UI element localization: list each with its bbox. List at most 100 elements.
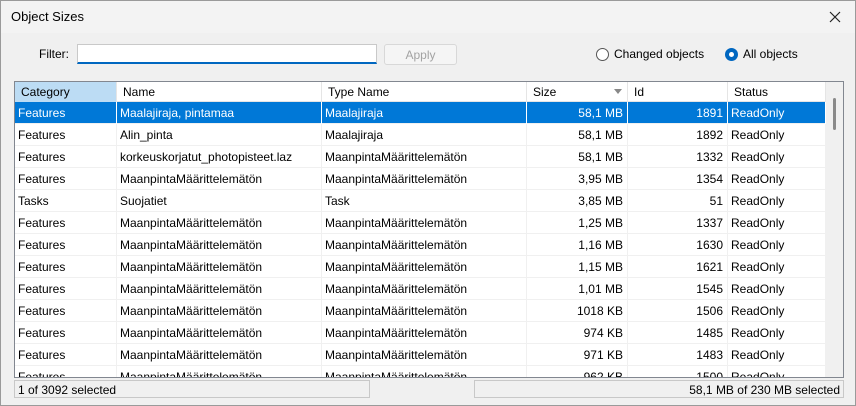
cell-status: ReadOnly (728, 146, 826, 168)
cell-size: 1,16 MB (527, 234, 628, 256)
cell-id: 1891 (628, 102, 728, 124)
table-row[interactable]: Features MaanpintaMäärittelemätön Maanpint… (15, 300, 826, 322)
cell-category: Features (15, 168, 117, 190)
cell-name: MaanpintaMäärittelemätön (117, 256, 322, 278)
selection-count-status: 1 of 3092 selected (14, 380, 370, 398)
cell-size: 3,85 MB (527, 190, 628, 212)
table-row[interactable]: Features MaanpintaMäärittelemätön Maanpint… (15, 278, 826, 300)
table-row[interactable]: Features MaanpintaMäärittelemätön Maanpint… (15, 168, 826, 190)
all-objects-label: All objects (743, 47, 798, 61)
cell-type-name: MaanpintaMäärittelemätön (322, 234, 527, 256)
cell-category: Tasks (15, 190, 117, 212)
scrollbar-thumb[interactable] (833, 98, 836, 130)
cell-category: Features (15, 212, 117, 234)
cell-size: 971 KB (527, 344, 628, 366)
cell-type-name: Maalajiraja (322, 124, 527, 146)
radio-dot-checked (725, 47, 738, 61)
table-row[interactable]: Features MaanpintaMäärittelemätön Maanpint… (15, 234, 826, 256)
column-header-category[interactable]: Category (15, 82, 117, 102)
cell-id: 1332 (628, 146, 728, 168)
column-header-name[interactable]: Name (117, 82, 322, 102)
changed-objects-label: Changed objects (614, 47, 705, 61)
radio-dot (596, 47, 609, 61)
object-sizes-table: Category Name Type Name Size Id Status F… (14, 81, 844, 378)
column-header-size[interactable]: Size (527, 82, 628, 102)
cell-name: Maalajiraja, pintamaa (117, 102, 322, 124)
cell-status: ReadOnly (728, 124, 826, 146)
cell-id: 1506 (628, 300, 728, 322)
cell-status: ReadOnly (728, 168, 826, 190)
cell-category: Features (15, 278, 117, 300)
cell-type-name: MaanpintaMäärittelemätön (322, 146, 527, 168)
cell-size: 1,15 MB (527, 256, 628, 278)
cell-status: ReadOnly (728, 366, 826, 377)
column-header-size-label: Size (533, 85, 557, 99)
cell-status: ReadOnly (728, 300, 826, 322)
cell-type-name: MaanpintaMäärittelemätön (322, 168, 527, 190)
cell-size: 58,1 MB (527, 146, 628, 168)
table-row[interactable]: Features korkeuskorjatut_photopisteet.laz… (15, 146, 826, 168)
cell-status: ReadOnly (728, 102, 826, 124)
cell-status: ReadOnly (728, 234, 826, 256)
cell-category: Features (15, 322, 117, 344)
cell-type-name: Task (322, 190, 527, 212)
cell-id: 1337 (628, 212, 728, 234)
table-row[interactable]: Features MaanpintaMäärittelemätön Maanpint… (15, 256, 826, 278)
cell-category: Features (15, 124, 117, 146)
cell-status: ReadOnly (728, 322, 826, 344)
table-row[interactable]: Features MaanpintaMäärittelemätön Maanpint… (15, 212, 826, 234)
sort-descending-icon (614, 89, 622, 94)
cell-type-name: MaanpintaMäärittelemätön (322, 300, 527, 322)
title-bar: Object Sizes (1, 1, 855, 33)
table-row[interactable]: Features MaanpintaMäärittelemätön Maanpint… (15, 366, 826, 377)
cell-category: Features (15, 146, 117, 168)
apply-button[interactable]: Apply (384, 44, 457, 65)
filter-label: Filter: (39, 47, 69, 61)
column-header-type-name[interactable]: Type Name (322, 82, 527, 102)
cell-name: MaanpintaMäärittelemätön (117, 168, 322, 190)
cell-category: Features (15, 102, 117, 124)
cell-name: Alin_pinta (117, 124, 322, 146)
cell-category: Features (15, 344, 117, 366)
table-row[interactable]: Tasks Suojatiet Task 3,85 MB 51 ReadOnly (15, 190, 826, 212)
cell-type-name: MaanpintaMäärittelemätön (322, 344, 527, 366)
table-row[interactable]: Features Maalajiraja, pintamaa Maalajiraja… (15, 102, 826, 124)
table-row[interactable]: Features MaanpintaMäärittelemätön Maanpint… (15, 322, 826, 344)
cell-category: Features (15, 234, 117, 256)
cell-name: MaanpintaMäärittelemätön (117, 366, 322, 377)
cell-type-name: MaanpintaMäärittelemätön (322, 212, 527, 234)
cell-type-name: MaanpintaMäärittelemätön (322, 278, 527, 300)
cell-id: 1500 (628, 366, 728, 377)
all-objects-radio[interactable]: All objects (725, 47, 798, 61)
cell-size: 974 KB (527, 322, 628, 344)
cell-status: ReadOnly (728, 190, 826, 212)
cell-status: ReadOnly (728, 278, 826, 300)
cell-size: 58,1 MB (527, 124, 628, 146)
column-header-id[interactable]: Id (628, 82, 728, 102)
close-icon (829, 11, 841, 23)
cell-type-name: MaanpintaMäärittelemätön (322, 322, 527, 344)
cell-name: MaanpintaMäärittelemätön (117, 344, 322, 366)
table-row[interactable]: Features Alin_pinta Maalajiraja 58,1 MB 1892… (15, 124, 826, 146)
table-body: Features Maalajiraja, pintamaa Maalajiraja… (15, 102, 826, 377)
cell-status: ReadOnly (728, 344, 826, 366)
cell-id: 1545 (628, 278, 728, 300)
cell-size: 962 KB (527, 366, 628, 377)
cell-status: ReadOnly (728, 212, 826, 234)
close-button[interactable] (815, 1, 855, 33)
vertical-scrollbar[interactable] (826, 82, 843, 377)
window-title: Object Sizes (11, 9, 84, 24)
cell-name: MaanpintaMäärittelemätön (117, 278, 322, 300)
cell-category: Features (15, 300, 117, 322)
object-sizes-window: Object Sizes Filter: Apply Changed objec… (0, 0, 856, 406)
cell-category: Features (15, 366, 117, 377)
cell-id: 1892 (628, 124, 728, 146)
changed-objects-radio[interactable]: Changed objects (596, 47, 704, 61)
cell-name: korkeuskorjatut_photopisteet.laz (117, 146, 322, 168)
cell-size: 3,95 MB (527, 168, 628, 190)
table-row[interactable]: Features MaanpintaMäärittelemätön Maanpint… (15, 344, 826, 366)
cell-id: 1485 (628, 322, 728, 344)
column-header-status[interactable]: Status (728, 82, 826, 102)
cell-id: 1630 (628, 234, 728, 256)
filter-input[interactable] (77, 44, 377, 64)
